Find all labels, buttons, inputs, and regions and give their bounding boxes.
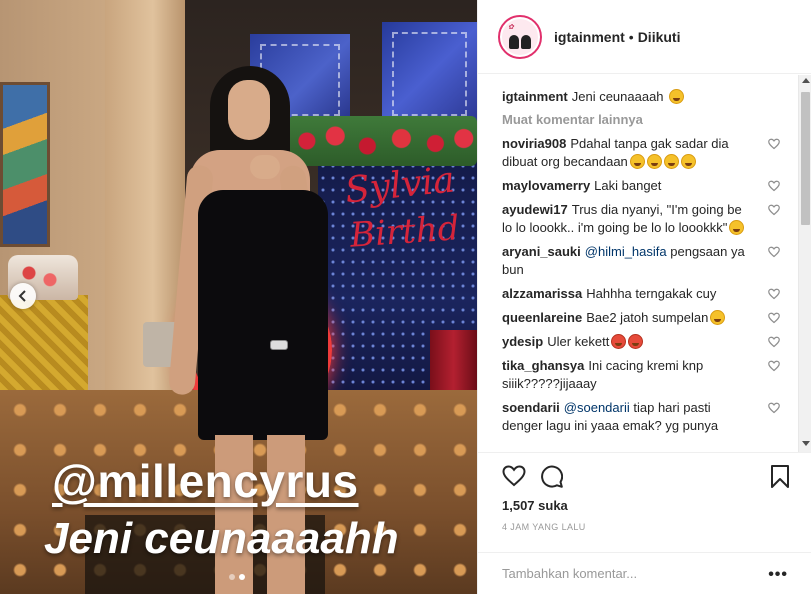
comment-text: Hahhha terngakak cuy — [586, 286, 717, 301]
more-options-button[interactable]: ••• — [768, 566, 788, 584]
comment-item: tika_ghansya Ini cacing kremi knp siiik??… — [502, 357, 782, 393]
comment-item: ydesip Uler kekett — [502, 333, 782, 351]
gift-table — [0, 295, 88, 390]
avatar-logo-icon: ✿ — [508, 22, 514, 31]
overlay-caption-text: Jeni ceunaaaahh — [44, 514, 399, 563]
person-face — [228, 80, 270, 140]
comment-like-heart-icon[interactable] — [768, 401, 782, 415]
comment-username-link[interactable]: ydesip — [502, 334, 543, 349]
load-more-comments-button[interactable]: Muat komentar lainnya — [502, 112, 782, 127]
comment-item: ayudewi17 Trus dia nyanyi, "I'm going be … — [502, 201, 782, 237]
comment-like-heart-icon[interactable] — [768, 203, 782, 217]
comment-text: Bae2 jatoh sumpelan — [586, 310, 709, 325]
comment-mention-link[interactable]: @soendarii — [564, 400, 630, 415]
caption-username-link[interactable]: igtainment — [502, 89, 568, 104]
like-heart-icon[interactable] — [502, 465, 526, 487]
flower-garland — [288, 116, 477, 166]
person-hand — [250, 155, 280, 179]
wall-painting — [0, 82, 50, 247]
add-comment-bar: ••• — [478, 552, 811, 594]
comments-section[interactable]: igtainment Jeni ceunaaaah Muat komentar l… — [478, 75, 811, 452]
avatar[interactable]: ✿ — [498, 14, 542, 59]
comment-username-link[interactable]: noviria908 — [502, 136, 566, 151]
emoji-icon — [680, 154, 696, 169]
comment-like-heart-icon[interactable] — [768, 359, 782, 373]
like-count[interactable]: 1,507 suka — [502, 498, 568, 513]
comment-username-link[interactable]: ayudewi17 — [502, 202, 568, 217]
emoji-icon — [663, 154, 679, 169]
bookmark-icon[interactable] — [770, 464, 790, 489]
scroll-down-arrow-icon[interactable] — [802, 441, 810, 446]
add-comment-input[interactable] — [502, 563, 752, 583]
post-timestamp[interactable]: 4 JAM YANG LALU — [502, 522, 586, 532]
follow-status-button[interactable]: Diikuti — [638, 29, 681, 45]
comment-list: igtainment Jeni ceunaaaah Muat komentar l… — [502, 88, 782, 441]
comment-item: queenlareine Bae2 jatoh sumpelan — [502, 309, 782, 327]
header-separator: • — [628, 28, 634, 45]
slide-dot — [229, 574, 235, 580]
comment-item: soendarii @soendarii tiap hari pasti deng… — [502, 399, 782, 435]
scrollbar-thumb[interactable] — [801, 92, 810, 225]
overlay-handle-text: @millencyrus — [52, 455, 359, 507]
post-header: ✿ igtainment • Diikuti — [478, 0, 811, 74]
caption-text: Jeni ceunaaaah — [571, 89, 664, 104]
comment-like-heart-icon[interactable] — [768, 287, 782, 301]
avatar-image: ✿ — [502, 18, 538, 55]
laughing-emoji-icon — [669, 89, 685, 104]
emoji-icon — [729, 220, 745, 235]
comment-like-heart-icon[interactable] — [768, 137, 782, 151]
comment-like-heart-icon[interactable] — [768, 179, 782, 193]
emoji-icon — [611, 334, 627, 349]
comment-username-link[interactable]: soendarii — [502, 400, 560, 415]
comment-item: maylovamerry Laki banget — [502, 177, 782, 195]
post-media[interactable]: Sylvia Birthd @millencyrus Jeni ceunaaaa… — [0, 0, 477, 594]
post-details-panel: ✿ igtainment • Diikuti igtainment Jeni ce… — [477, 0, 811, 594]
comment-item: aryani_sauki @hilmi_hasifa pengsaan ya bu… — [502, 243, 782, 279]
header-username-link[interactable]: igtainment — [554, 29, 625, 45]
scroll-up-arrow-icon[interactable] — [802, 78, 810, 83]
backdrop-poster — [382, 22, 477, 126]
person-dress — [198, 190, 328, 440]
emoji-icon — [629, 154, 645, 169]
slide-dot-active — [239, 574, 245, 580]
comment-bubble-icon[interactable] — [540, 465, 563, 488]
previous-slide-button[interactable] — [10, 283, 36, 309]
caption-comment: igtainment Jeni ceunaaaah — [502, 88, 782, 106]
wrist-watch — [270, 340, 288, 350]
slide-indicator — [229, 574, 245, 580]
comment-username-link[interactable]: maylovamerry — [502, 178, 590, 193]
backdrop-script-text: Birthd — [348, 208, 461, 256]
comment-mention-link[interactable]: @hilmi_hasifa — [585, 244, 667, 259]
comment-username-link[interactable]: queenlareine — [502, 310, 582, 325]
post-actions: 1,507 suka 4 JAM YANG LALU ••• — [478, 452, 811, 594]
comment-like-heart-icon[interactable] — [768, 245, 782, 259]
comment-username-link[interactable]: alzzamarissa — [502, 286, 582, 301]
comment-text: Uler kekett — [547, 334, 610, 349]
comment-username-link[interactable]: tika_ghansya — [502, 358, 584, 373]
comment-item: noviria908 Pdahal tanpa gak sadar dia dib… — [502, 135, 782, 171]
emoji-icon — [628, 334, 644, 349]
comment-item: alzzamarissa Hahhha terngakak cuy — [502, 285, 782, 303]
emoji-icon — [646, 154, 662, 169]
comments-scrollbar[interactable] — [798, 75, 811, 452]
comment-like-heart-icon[interactable] — [768, 335, 782, 349]
emoji-icon — [710, 310, 726, 325]
comment-text: Laki banget — [594, 178, 662, 193]
comment-username-link[interactable]: aryani_sauki — [502, 244, 581, 259]
comment-like-heart-icon[interactable] — [768, 311, 782, 325]
chevron-left-icon — [18, 290, 26, 302]
